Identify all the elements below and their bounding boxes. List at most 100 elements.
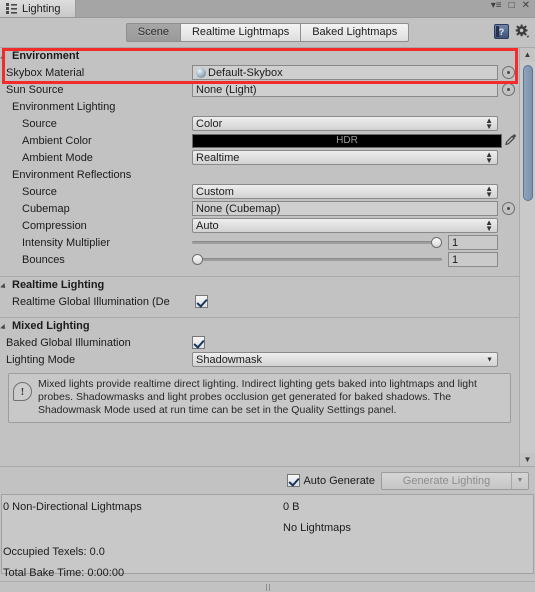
stat-lightmaps-count: 0 Non-Directional Lightmaps — [3, 501, 142, 513]
intensity-multiplier-label: Intensity Multiplier — [22, 236, 111, 249]
slider-knob[interactable] — [192, 254, 203, 265]
ambient-color-swatch[interactable]: HDR — [192, 133, 502, 148]
settings-vertical-scrollbar[interactable]: ▲ ▼ — [519, 48, 535, 466]
stats-column-left: 0 Non-Directional Lightmaps Occupied Tex… — [3, 501, 142, 588]
scrollbar-thumb[interactable] — [523, 65, 533, 201]
info-icon: ! — [13, 382, 32, 401]
stat-occupied-texels: Occupied Texels: 0.0 — [3, 546, 105, 558]
field-env-lighting-source[interactable]: Source Color ▲ ▼ — [0, 115, 519, 132]
chevron-down-icon[interactable]: ▼ — [511, 472, 528, 489]
toolbar-right-icons: ? — [494, 24, 530, 39]
auto-generate-control[interactable]: Auto Generate — [287, 474, 375, 487]
skybox-material-objectfield[interactable]: Default-Skybox — [192, 65, 498, 80]
generate-lighting-label: Generate Lighting — [402, 474, 491, 487]
field-cubemap[interactable]: Cubemap None (Cubemap) — [0, 200, 519, 217]
lighting-mode-value: Shadowmask — [196, 353, 263, 366]
realtime-gi-label: Realtime Global Illumination (De — [12, 295, 170, 308]
scroll-up-arrow-icon[interactable]: ▲ — [520, 48, 535, 61]
stats-column-right: 0 B No Lightmaps — [283, 501, 351, 543]
cubemap-picker-button[interactable] — [502, 202, 515, 215]
skybox-material-picker-button[interactable] — [502, 66, 515, 79]
section-title-environment: Environment — [12, 50, 80, 62]
stat-size: 0 B — [283, 501, 300, 513]
slider-track[interactable] — [192, 236, 442, 249]
field-sun-source[interactable]: Sun Source None (Light) — [0, 81, 519, 98]
window-menu-icon[interactable]: ▾≡ — [491, 1, 502, 11]
lighting-mode-label: Lighting Mode — [6, 353, 76, 366]
ambient-color-hdr-label: HDR — [336, 135, 358, 146]
cubemap-value: None (Cubemap) — [196, 202, 281, 215]
field-ambient-color[interactable]: Ambient Color HDR — [0, 132, 519, 149]
group-label-environment-reflections: Environment Reflections — [12, 169, 132, 181]
reflections-source-dropdown[interactable]: Custom ▲ ▼ — [192, 184, 498, 199]
compression-value: Auto — [196, 219, 219, 232]
field-lighting-mode[interactable]: Lighting Mode Shadowmask ▼ — [0, 351, 519, 368]
baked-gi-checkbox[interactable] — [192, 336, 205, 349]
env-lighting-source-dropdown[interactable]: Color ▲ ▼ — [192, 116, 498, 131]
reflections-source-value: Custom — [196, 185, 234, 198]
section-header-environment[interactable]: Environment — [0, 48, 519, 64]
intensity-multiplier-value[interactable]: 1 — [448, 235, 498, 250]
window-resize-grip[interactable] — [0, 581, 535, 592]
lightmap-statistics-panel: 0 Non-Directional Lightmaps Occupied Tex… — [1, 494, 534, 579]
scroll-down-arrow-icon[interactable]: ▼ — [520, 453, 535, 466]
foldout-arrow-icon — [0, 54, 8, 62]
mode-toolbar: Scene Realtime Lightmaps Baked Lightmaps… — [0, 18, 535, 48]
ambient-mode-label: Ambient Mode — [22, 151, 93, 164]
foldout-arrow-icon — [0, 283, 8, 291]
window-controls: ▾≡ □ ✕ — [491, 0, 535, 17]
section-header-realtime-lighting[interactable]: Realtime Lighting — [0, 276, 519, 293]
maximize-icon[interactable]: □ — [509, 1, 515, 11]
generate-lighting-button[interactable]: Generate Lighting ▼ — [381, 471, 529, 490]
field-intensity-multiplier[interactable]: Intensity Multiplier 1 — [0, 234, 519, 251]
help-book-icon[interactable]: ? — [494, 24, 509, 39]
auto-generate-checkbox[interactable] — [287, 474, 301, 487]
field-baked-global-illumination[interactable]: Baked Global Illumination — [0, 334, 519, 351]
sun-source-label: Sun Source — [6, 83, 64, 96]
cubemap-objectfield[interactable]: None (Cubemap) — [192, 201, 498, 216]
mode-tabs: Scene Realtime Lightmaps Baked Lightmaps — [125, 23, 410, 42]
env-lighting-source-label: Source — [22, 117, 57, 130]
tab-scene[interactable]: Scene — [125, 23, 180, 42]
slider-bar — [192, 241, 442, 244]
foldout-arrow-icon — [0, 324, 8, 332]
bounces-slider[interactable]: 1 — [192, 252, 498, 267]
bounces-label: Bounces — [22, 253, 65, 266]
sun-source-picker-button[interactable] — [502, 83, 515, 96]
section-header-mixed-lighting[interactable]: Mixed Lighting — [0, 317, 519, 334]
cubemap-label: Cubemap — [22, 202, 70, 215]
ambient-mode-dropdown[interactable]: Realtime ▲ ▼ — [192, 150, 498, 165]
skybox-material-label: Skybox Material — [6, 66, 85, 79]
field-ambient-mode[interactable]: Ambient Mode Realtime ▲ ▼ — [0, 149, 519, 166]
section-title-mixed-lighting: Mixed Lighting — [12, 320, 90, 332]
lighting-settings-scroll-area: Environment Skybox Material Default-Skyb… — [0, 48, 535, 466]
updown-arrows-icon: ▲ ▼ — [485, 217, 493, 233]
tab-realtime-lightmaps[interactable]: Realtime Lightmaps — [179, 23, 301, 42]
updown-arrows-icon: ▲ ▼ — [485, 149, 493, 165]
lighting-mode-dropdown[interactable]: Shadowmask ▼ — [192, 352, 498, 367]
group-label-environment-lighting: Environment Lighting — [12, 101, 116, 113]
field-compression[interactable]: Compression Auto ▲ ▼ — [0, 217, 519, 234]
field-skybox-material[interactable]: Skybox Material Default-Skybox — [0, 64, 519, 81]
realtime-gi-checkbox[interactable] — [195, 295, 208, 308]
sun-source-objectfield[interactable]: None (Light) — [192, 82, 498, 97]
eyedropper-icon[interactable] — [502, 133, 519, 149]
window-tab-lighting[interactable]: Lighting — [0, 0, 76, 17]
material-sphere-icon — [196, 67, 206, 78]
lighting-window-icon — [6, 3, 18, 14]
slider-track[interactable] — [192, 253, 442, 266]
compression-dropdown[interactable]: Auto ▲ ▼ — [192, 218, 498, 233]
baked-gi-label: Baked Global Illumination — [6, 336, 131, 349]
field-bounces[interactable]: Bounces 1 — [0, 251, 519, 268]
close-icon[interactable]: ✕ — [522, 1, 530, 11]
tab-baked-lightmaps[interactable]: Baked Lightmaps — [300, 23, 410, 42]
bounces-value[interactable]: 1 — [448, 252, 498, 267]
settings-content: Environment Skybox Material Default-Skyb… — [0, 48, 519, 427]
field-realtime-global-illumination[interactable]: Realtime Global Illumination (De — [0, 293, 519, 310]
field-reflections-source[interactable]: Source Custom ▲ ▼ — [0, 183, 519, 200]
gear-icon[interactable] — [515, 24, 530, 39]
intensity-multiplier-slider[interactable]: 1 — [192, 235, 498, 250]
grip-handle-icon — [265, 584, 270, 591]
slider-knob[interactable] — [431, 237, 442, 248]
slider-bar — [192, 258, 442, 261]
